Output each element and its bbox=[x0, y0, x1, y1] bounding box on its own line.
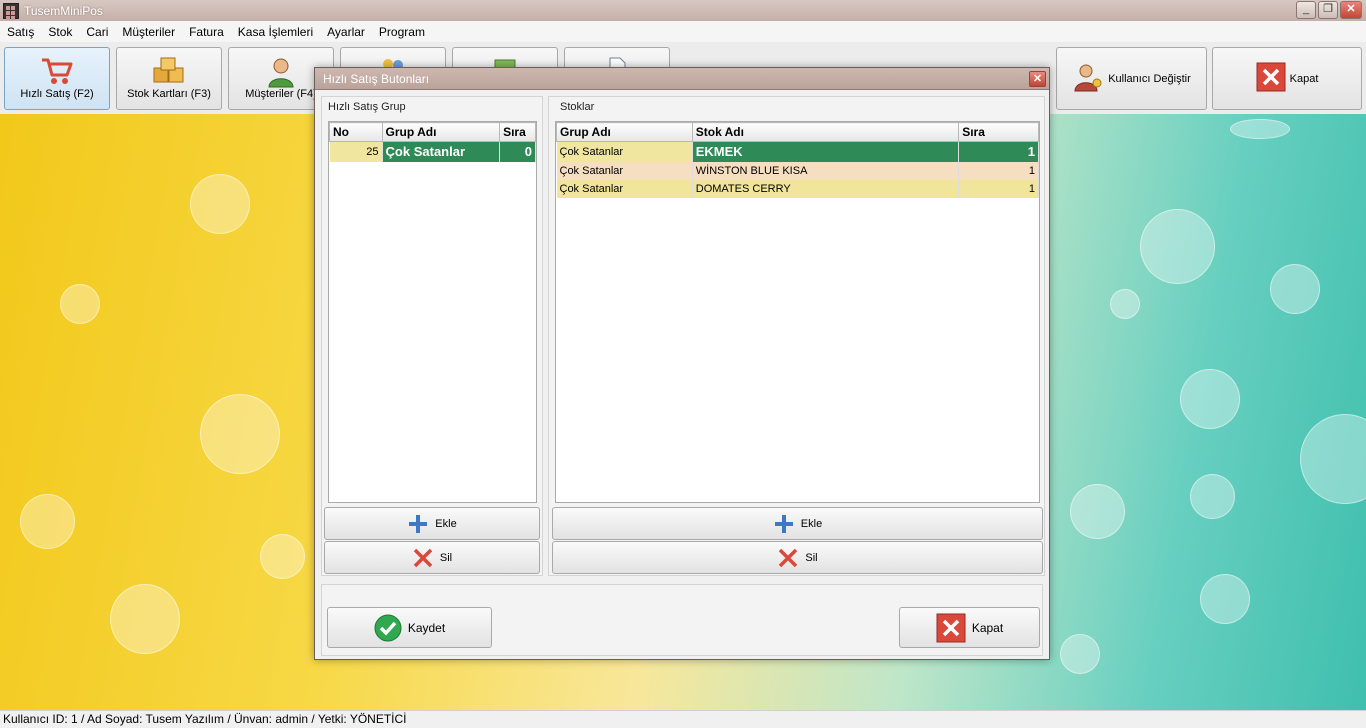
menu-cari[interactable]: Cari bbox=[86, 25, 108, 39]
shopping-cart-icon bbox=[40, 56, 74, 89]
stock-cards-button[interactable]: Stok Kartları (F3) bbox=[116, 47, 222, 110]
dialog-footer: Kaydet Kapat bbox=[321, 584, 1043, 656]
dialog-title-bar: Hızlı Satış Butonları bbox=[315, 68, 1049, 90]
group-delete-button[interactable]: Sil bbox=[324, 541, 540, 574]
menu-program[interactable]: Program bbox=[379, 25, 425, 39]
close-icon bbox=[1256, 62, 1286, 95]
table-row[interactable]: Çok Satanlar EKMEK 1 bbox=[556, 141, 1039, 162]
column-header-group-name[interactable]: Grup Adı bbox=[556, 122, 693, 142]
table-row[interactable]: Çok Satanlar WİNSTON BLUE KISA 1 bbox=[556, 161, 1039, 180]
dialog-close-button[interactable]: ✕ bbox=[1029, 71, 1046, 87]
minimize-button[interactable]: _ bbox=[1296, 1, 1316, 19]
column-header-order[interactable]: Sıra bbox=[958, 122, 1039, 142]
cell-stock-name: DOMATES CERRY bbox=[692, 179, 960, 198]
column-header-stock-name[interactable]: Stok Adı bbox=[691, 122, 960, 142]
group-grid[interactable]: No Grup Adı Sıra 25 Çok Satanlar 0 bbox=[328, 121, 537, 503]
save-button[interactable]: Kaydet bbox=[327, 607, 492, 648]
person-icon bbox=[266, 56, 296, 91]
close-icon bbox=[936, 613, 966, 642]
quick-sale-button[interactable]: Hızlı Satış (F2) bbox=[4, 47, 110, 110]
stock-grid[interactable]: Grup Adı Stok Adı Sıra Çok Satanlar EKME… bbox=[555, 121, 1040, 503]
toolbar-close-button[interactable]: Kapat bbox=[1212, 47, 1362, 110]
cell-group-name: Çok Satanlar bbox=[556, 161, 693, 180]
cell-group-name: Çok Satanlar bbox=[382, 141, 501, 162]
cell-order: 1 bbox=[958, 179, 1039, 198]
status-bar: Kullanıcı ID: 1 / Ad Soyad: Tusem Yazılı… bbox=[0, 710, 1366, 728]
cell-order: 1 bbox=[958, 161, 1039, 180]
cell-order: 0 bbox=[499, 141, 536, 162]
menu-satis[interactable]: Satış bbox=[7, 25, 34, 39]
stock-add-button[interactable]: Ekle bbox=[552, 507, 1043, 540]
menu-stok[interactable]: Stok bbox=[48, 25, 72, 39]
menu-kasa-islemleri[interactable]: Kasa İşlemleri bbox=[238, 25, 313, 39]
restore-button[interactable]: ❐ bbox=[1318, 1, 1338, 19]
cell-stock-name: EKMEK bbox=[692, 141, 960, 162]
delete-x-icon bbox=[413, 548, 433, 567]
menu-bar: Satış Stok Cari Müşteriler Fatura Kasa İ… bbox=[0, 21, 1366, 42]
change-user-button[interactable]: Kullanıcı Değiştir bbox=[1056, 47, 1207, 110]
user-key-icon bbox=[1072, 61, 1104, 96]
title-bar: TusemMiniPos _ ❐ ✕ bbox=[0, 0, 1366, 21]
group-panel: Hızlı Satış Grup No Grup Adı Sıra 25 Çok… bbox=[321, 96, 543, 576]
cell-no: 25 bbox=[329, 141, 383, 162]
cell-order: 1 bbox=[958, 141, 1039, 162]
window-title: TusemMiniPos bbox=[24, 3, 103, 18]
stock-delete-button[interactable]: Sil bbox=[552, 541, 1043, 574]
checkmark-icon bbox=[374, 614, 402, 641]
menu-musteriler[interactable]: Müşteriler bbox=[122, 25, 175, 39]
stock-panel-label: Stoklar bbox=[560, 101, 595, 113]
dialog-cancel-button[interactable]: Kapat bbox=[899, 607, 1040, 648]
menu-ayarlar[interactable]: Ayarlar bbox=[327, 25, 365, 39]
group-add-button[interactable]: Ekle bbox=[324, 507, 540, 540]
quick-sale-buttons-dialog: Hızlı Satış Butonları ✕ Hızlı Satış Grup… bbox=[314, 67, 1050, 660]
app-icon bbox=[3, 2, 19, 20]
stock-panel: Stoklar Grup Adı Stok Adı Sıra Çok Satan… bbox=[548, 96, 1045, 576]
column-header-no[interactable]: No bbox=[329, 122, 383, 142]
column-header-group-name[interactable]: Grup Adı bbox=[381, 122, 501, 142]
window-close-button[interactable]: ✕ bbox=[1340, 1, 1362, 19]
dialog-title: Hızlı Satış Butonları bbox=[323, 71, 430, 86]
column-header-order[interactable]: Sıra bbox=[499, 122, 536, 142]
table-row[interactable]: Çok Satanlar DOMATES CERRY 1 bbox=[556, 179, 1039, 198]
cell-group-name: Çok Satanlar bbox=[556, 179, 693, 198]
status-text: Kullanıcı ID: 1 / Ad Soyad: Tusem Yazılı… bbox=[3, 712, 407, 726]
plus-icon bbox=[774, 514, 793, 533]
cell-group-name: Çok Satanlar bbox=[556, 141, 693, 162]
group-panel-label: Hızlı Satış Grup bbox=[328, 101, 406, 113]
menu-fatura[interactable]: Fatura bbox=[189, 25, 224, 39]
cell-stock-name: WİNSTON BLUE KISA bbox=[692, 161, 960, 180]
plus-icon bbox=[409, 514, 428, 533]
table-row[interactable]: 25 Çok Satanlar 0 bbox=[329, 141, 536, 162]
delete-x-icon bbox=[779, 548, 798, 567]
boxes-icon bbox=[151, 56, 187, 89]
